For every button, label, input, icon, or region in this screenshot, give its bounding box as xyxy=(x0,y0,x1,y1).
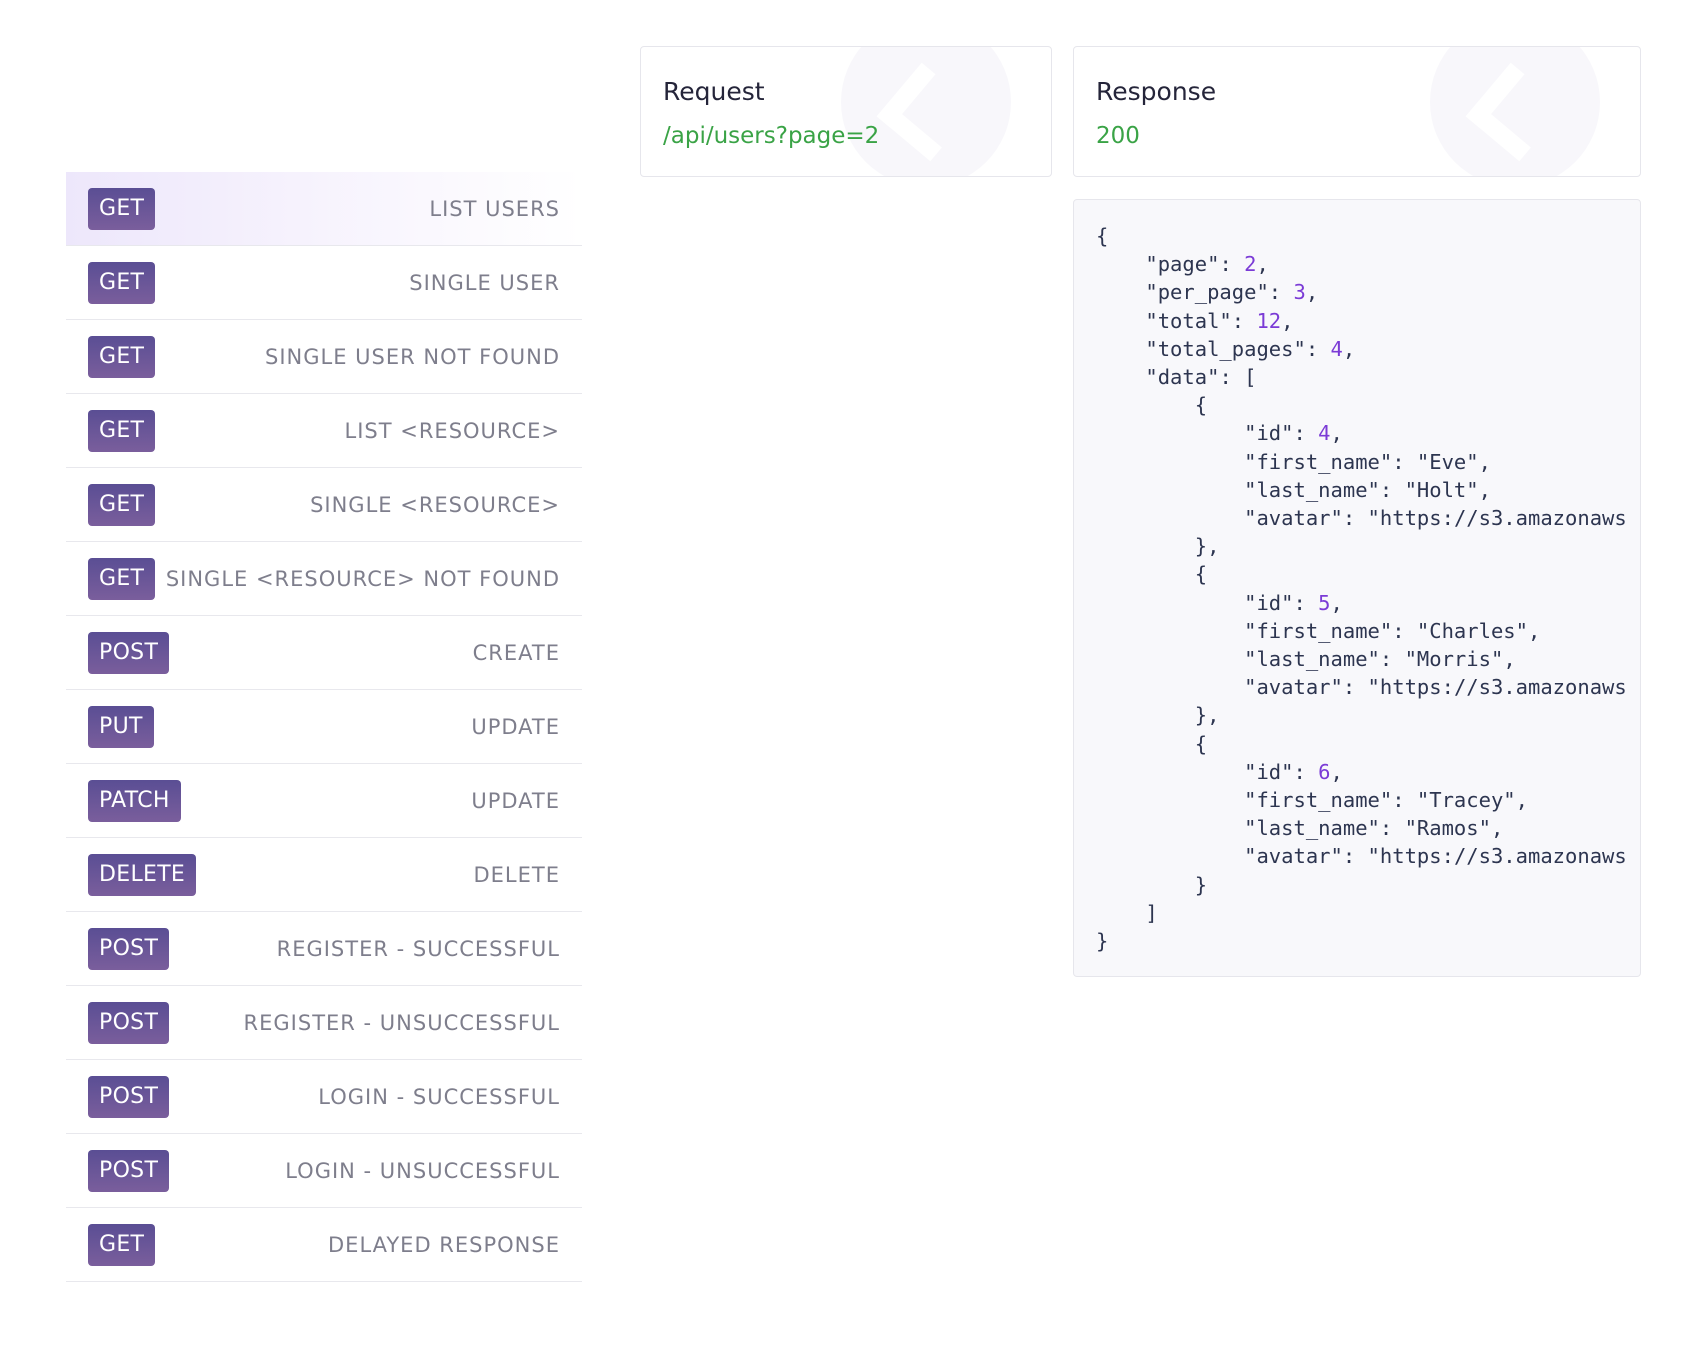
endpoint-label: REGISTER - UNSUCCESSFUL xyxy=(243,1010,560,1035)
endpoint-item[interactable]: GET SINGLE USER NOT FOUND xyxy=(66,320,582,394)
method-badge: PATCH xyxy=(88,779,181,822)
request-url: /api/users?page=2 xyxy=(663,123,880,149)
method-badge: PUT xyxy=(88,705,154,748)
endpoint-label: REGISTER - SUCCESSFUL xyxy=(276,936,560,961)
endpoint-label: LIST USERS xyxy=(429,196,560,221)
endpoint-item[interactable]: GET LIST USERS xyxy=(66,172,582,246)
response-title: Response xyxy=(1096,77,1217,106)
endpoint-label: SINGLE USER xyxy=(409,270,560,295)
endpoint-label: LIST <RESOURCE> xyxy=(344,418,560,443)
endpoint-label: SINGLE <RESOURCE> NOT FOUND xyxy=(165,566,560,591)
endpoint-item[interactable]: POST LOGIN - UNSUCCESSFUL xyxy=(66,1134,582,1208)
endpoint-item[interactable]: GET LIST <RESOURCE> xyxy=(66,394,582,468)
endpoint-item[interactable]: PATCH UPDATE xyxy=(66,764,582,838)
method-badge: POST xyxy=(88,1075,170,1118)
method-badge: GET xyxy=(88,483,156,526)
method-badge: GET xyxy=(88,335,156,378)
endpoint-label: CREATE xyxy=(472,640,560,665)
method-badge: DELETE xyxy=(88,853,197,896)
arrow-watermark-icon xyxy=(841,47,1011,176)
method-badge: GET xyxy=(88,187,156,230)
endpoint-item[interactable]: PUT UPDATE xyxy=(66,690,582,764)
endpoint-item[interactable]: GET SINGLE <RESOURCE> xyxy=(66,468,582,542)
endpoint-label: UPDATE xyxy=(471,714,560,739)
response-card: Response 200 xyxy=(1073,46,1641,177)
arrow-watermark-icon xyxy=(1430,47,1600,176)
method-badge: POST xyxy=(88,631,170,674)
method-badge: GET xyxy=(88,261,156,304)
endpoint-label: DELETE xyxy=(473,862,560,887)
endpoint-item[interactable]: POST REGISTER - UNSUCCESSFUL xyxy=(66,986,582,1060)
method-badge: GET xyxy=(88,557,156,600)
endpoint-label: LOGIN - UNSUCCESSFUL xyxy=(285,1158,560,1183)
endpoint-label: SINGLE <RESOURCE> xyxy=(310,492,560,517)
method-badge: GET xyxy=(88,409,156,452)
request-title: Request xyxy=(663,77,765,106)
endpoint-item[interactable]: POST CREATE xyxy=(66,616,582,690)
method-badge: POST xyxy=(88,1149,170,1192)
endpoint-label: SINGLE USER NOT FOUND xyxy=(265,344,560,369)
endpoint-item[interactable]: GET DELAYED RESPONSE xyxy=(66,1208,582,1282)
request-card: Request /api/users?page=2 xyxy=(640,46,1052,177)
endpoint-item[interactable]: GET SINGLE <RESOURCE> NOT FOUND xyxy=(66,542,582,616)
endpoint-label: DELAYED RESPONSE xyxy=(328,1232,560,1257)
endpoint-label: UPDATE xyxy=(471,788,560,813)
endpoint-item[interactable]: POST REGISTER - SUCCESSFUL xyxy=(66,912,582,986)
endpoint-item[interactable]: POST LOGIN - SUCCESSFUL xyxy=(66,1060,582,1134)
endpoint-item[interactable]: DELETE DELETE xyxy=(66,838,582,912)
method-badge: POST xyxy=(88,1001,170,1044)
response-body-panel[interactable]: { "page": 2, "per_page": 3, "total": 12,… xyxy=(1073,199,1641,977)
endpoint-list: GET LIST USERS GET SINGLE USER GET SINGLE USE… xyxy=(66,172,582,1282)
method-badge: POST xyxy=(88,927,170,970)
endpoint-item[interactable]: GET SINGLE USER xyxy=(66,246,582,320)
method-badge: GET xyxy=(88,1223,156,1266)
response-status-code: 200 xyxy=(1096,123,1140,149)
endpoint-label: LOGIN - SUCCESSFUL xyxy=(318,1084,560,1109)
response-json: { "page": 2, "per_page": 3, "total": 12,… xyxy=(1096,224,1627,954)
